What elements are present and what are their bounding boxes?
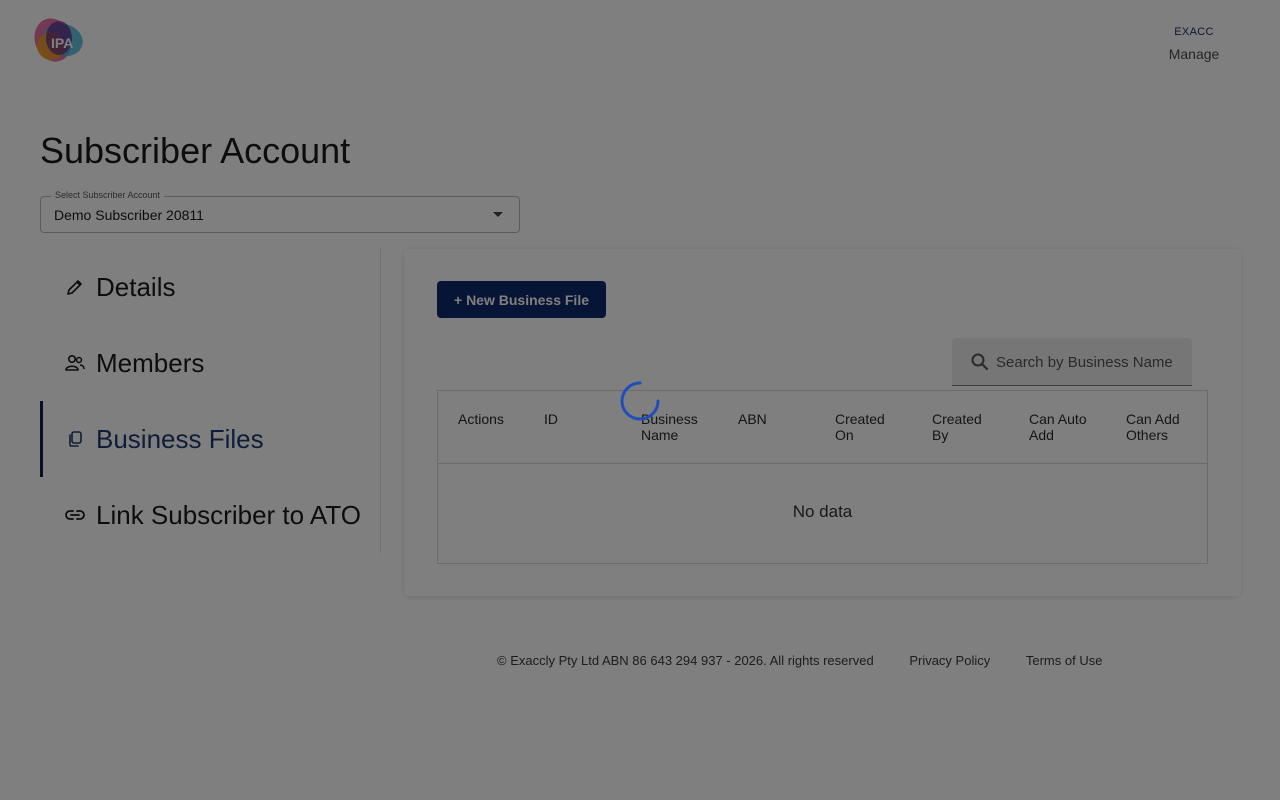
- loading-spinner-icon: [619, 380, 660, 421]
